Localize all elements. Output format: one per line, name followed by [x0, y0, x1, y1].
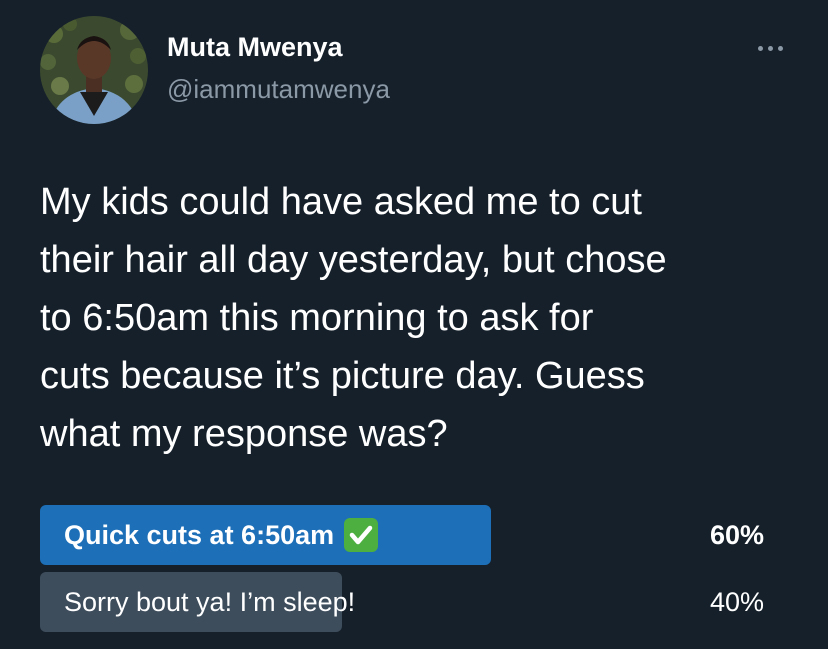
poll-option: Sorry bout ya! I’m sleep! 40%	[40, 572, 780, 632]
poll-option: Quick cuts at 6:50am 60%	[40, 505, 780, 565]
tweet-text-line: My kids could have asked me to cut	[40, 181, 642, 223]
tweet-text-line: cuts because it’s picture day. Guess	[40, 355, 645, 397]
more-dot	[757, 45, 763, 51]
more-dot	[777, 45, 783, 51]
author-display-name[interactable]: Muta Mwenya	[167, 32, 343, 63]
tweet-text: My kids could have asked me to cut their…	[40, 173, 810, 463]
poll-option-label-wrap: Sorry bout ya! I’m sleep!	[64, 572, 355, 632]
tweet-text-line: their hair all day yesterday, but chose	[40, 239, 667, 281]
poll-option-label: Sorry bout ya! I’m sleep!	[64, 587, 356, 617]
more-options-icon[interactable]	[748, 36, 792, 60]
check-mark-button-icon	[344, 518, 379, 552]
tweet-text-line: what my response was?	[40, 413, 448, 455]
poll-option-label: Quick cuts at 6:50am	[64, 520, 335, 550]
tweet-text-line: to 6:50am this morning to ask for	[40, 297, 594, 339]
author-handle[interactable]: @iammutamwenya	[167, 74, 390, 105]
avatar[interactable]	[40, 16, 148, 124]
poll-option-percent: 40%	[709, 587, 764, 617]
poll-option-percent: 60%	[709, 520, 764, 550]
poll-option-label-wrap: Quick cuts at 6:50am	[64, 505, 379, 565]
more-dot	[767, 45, 773, 51]
